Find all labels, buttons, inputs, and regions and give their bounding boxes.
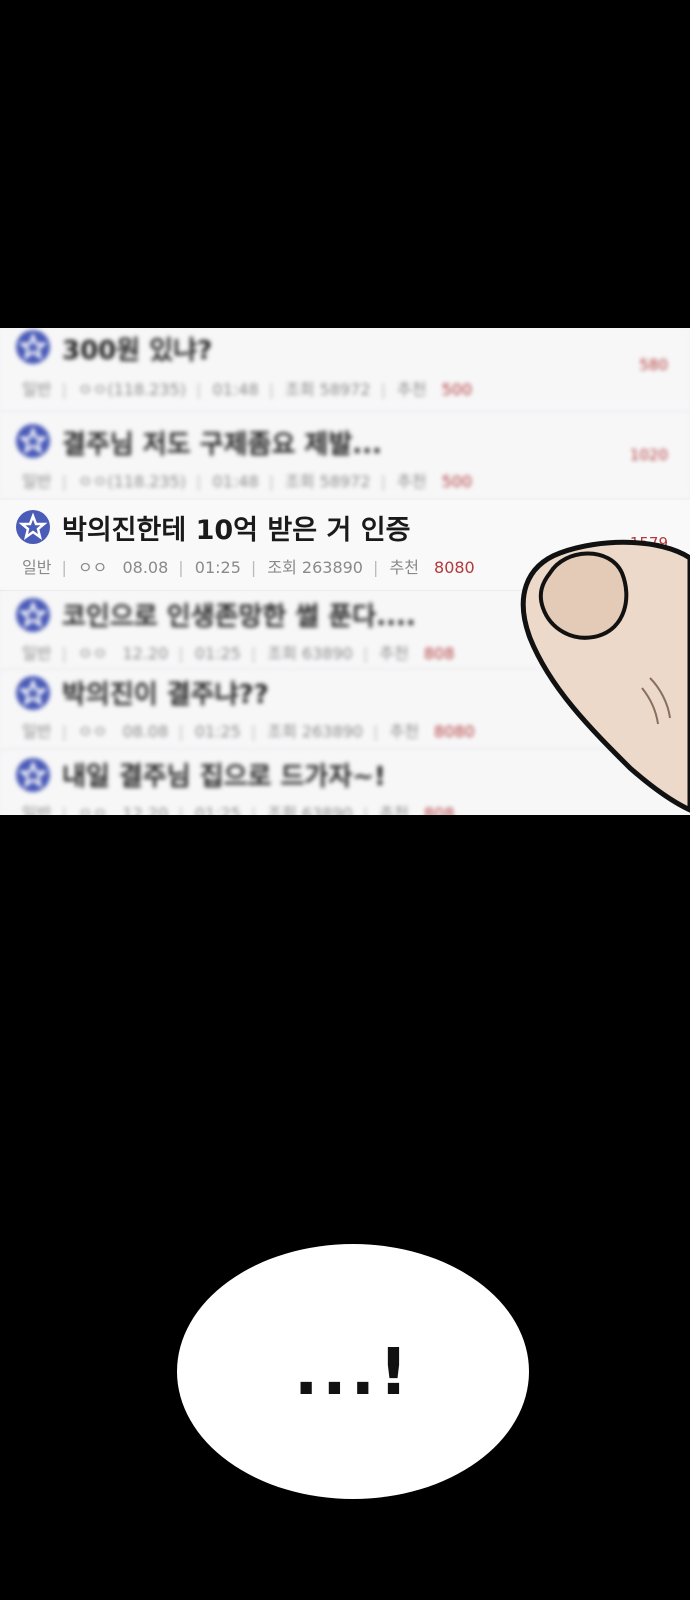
post-title: 300원 있냐?: [62, 336, 213, 366]
post-time: 01:25: [194, 804, 241, 815]
post-views: 조회 263890: [267, 558, 363, 577]
post-meta: 일반 | ㅇㅇ(118.235) | 01:48 | 조회 58972 | 추천 500: [22, 380, 473, 399]
star-badge-icon: [16, 424, 50, 458]
list-item[interactable]: 300원 있냐? 일반 | ㅇㅇ(118.235) | 01:48 | 조회 5897…: [0, 328, 690, 413]
post-category: 일반: [22, 644, 52, 663]
post-rec-value: 808: [423, 644, 455, 663]
post-category: 일반: [22, 804, 52, 815]
post-rec-value: 500: [441, 472, 473, 491]
comment-count: 1020: [629, 446, 668, 464]
post-date: 08.08: [122, 558, 169, 577]
post-author: ㅇㅇ(118.235): [77, 472, 187, 491]
post-meta: 일반 | ㅇㅇ 12.20 | 01:25 | 조회 63890 | 추천 808: [22, 800, 464, 815]
post-title: 박의진한테 10억 받은 거 인증: [62, 515, 411, 546]
post-title: 내일 결주님 집으로 드가자~!: [62, 762, 386, 792]
post-rec-label: 추천: [379, 804, 409, 815]
post-title: 박의진이 결주냐??: [62, 680, 269, 710]
post-category: 일반: [22, 380, 52, 399]
post-list-panel: 300원 있냐? 일반 | ㅇㅇ(118.235) | 01:48 | 조회 5897…: [0, 328, 690, 815]
post-date: 08.08: [122, 722, 169, 741]
speech-text: ...!: [293, 1336, 413, 1410]
star-badge-icon: [16, 758, 50, 792]
post-meta: 일반 | ㅇㅇ 08.08 | 01:25 | 조회 263890 | 추천 8080: [22, 558, 475, 577]
post-category: 일반: [22, 472, 52, 491]
post-rec-value: 500: [441, 380, 473, 399]
post-time: 01:25: [194, 644, 241, 663]
post-views: 조회 63890: [267, 644, 353, 663]
post-title: 결주님 저도 구제좀요 제발...: [62, 430, 382, 460]
post-time: 01:25: [194, 722, 241, 741]
star-badge-icon: [16, 598, 50, 632]
star-badge-icon: [16, 676, 50, 710]
post-time: 01:48: [212, 380, 259, 399]
post-views: 조회 58972: [285, 380, 371, 399]
post-date: 12.20: [122, 644, 169, 663]
post-views: 조회 63890: [267, 804, 353, 815]
post-rec-value: 8080: [434, 558, 475, 577]
post-category: 일반: [22, 558, 52, 577]
post-meta: 일반 | ㅇㅇ 08.08 | 01:25 | 조회 263890 | 추천 8080: [22, 722, 475, 741]
post-rec-label: 추천: [389, 722, 419, 741]
post-views: 조회 58972: [285, 472, 371, 491]
comment-count: 580: [639, 356, 668, 374]
post-date: 12.20: [122, 804, 169, 815]
post-views: 조회 263890: [267, 722, 363, 741]
post-author: ㅇㅇ: [77, 558, 108, 577]
post-author: ㅇㅇ: [77, 804, 108, 815]
post-rec-label: 추천: [397, 472, 427, 491]
post-meta: 일반 | ㅇㅇ(118.235) | 01:48 | 조회 58972 | 추천 500: [22, 472, 473, 491]
post-title: 코인으로 인생존망한 썰 푼다....: [62, 602, 416, 632]
post-rec-value: 8080: [434, 722, 475, 741]
post-author: ㅇㅇ: [77, 722, 108, 741]
post-time: 01:25: [194, 558, 241, 577]
thumb-illustration: [520, 539, 690, 813]
star-badge-icon: [16, 330, 50, 364]
post-rec-value: 808: [423, 804, 455, 815]
post-time: 01:48: [212, 472, 259, 491]
post-author: ㅇㅇ: [77, 644, 108, 663]
list-item[interactable]: 결주님 저도 구제좀요 제발... 일반 | ㅇㅇ(118.235) | 01:48…: [0, 412, 690, 501]
post-rec-label: 추천: [389, 558, 419, 577]
post-rec-label: 추천: [397, 380, 427, 399]
star-badge-icon: [16, 510, 50, 544]
post-meta: 일반 | ㅇㅇ 12.20 | 01:25 | 조회 63890 | 추천 808: [22, 644, 455, 663]
post-rec-label: 추천: [379, 644, 409, 663]
speech-bubble: ...!: [177, 1244, 529, 1499]
post-category: 일반: [22, 722, 52, 741]
post-author: ㅇㅇ(118.235): [77, 380, 187, 399]
